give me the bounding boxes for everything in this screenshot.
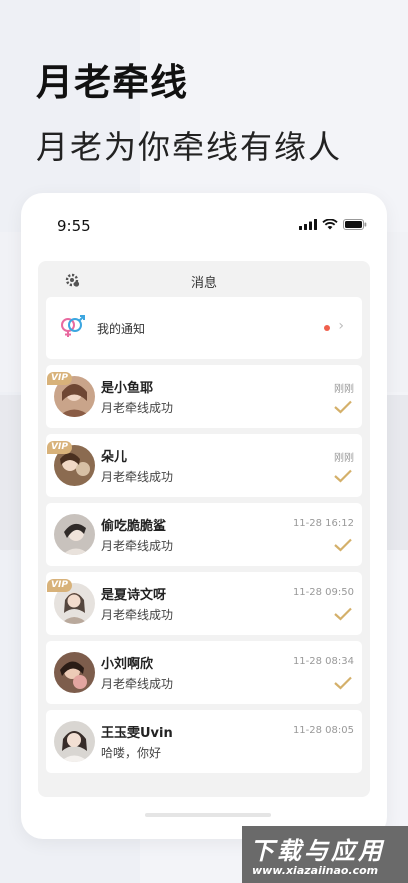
unread-dot [324,325,330,331]
message-preview: 月老牵线成功 [101,470,174,484]
hero-subtitle: 月老为你牵线有缘人 [36,128,343,166]
vip-badge: VIP [47,441,72,454]
signal-icon [299,219,317,230]
panel-header: 消息 [38,261,370,297]
checkmark-icon [334,538,352,552]
message-row[interactable]: VIP 朵儿 月老牵线成功 刚刚 [46,434,362,497]
wifi-icon [322,219,338,230]
message-time: 11-28 16:12 [292,518,354,529]
checkmark-icon [334,400,352,414]
message-time: 11-28 08:05 [292,725,354,736]
message-row[interactable]: VIP 是小鱼耶 月老牵线成功 刚刚 [46,365,362,428]
message-preview: 哈喽，你好 [101,746,162,760]
chevron-right-icon: › [338,318,344,334]
message-row[interactable]: 小刘啊欣 月老牵线成功 11-28 08:34 [46,641,362,704]
contact-name: 王玉雯Uvin [101,726,173,741]
messages-panel: 消息 我的通知 › VIP 是小鱼耶 月老牵线成功 刚刚 VIP 朵儿 月老牵线… [38,261,370,797]
message-row[interactable]: 王玉雯Uvin 哈喽，你好 11-28 08:05 [46,710,362,773]
status-icons [299,219,367,230]
contact-name: 朵儿 [101,450,128,465]
message-row[interactable]: VIP 是夏诗文呀 月老牵线成功 11-28 09:50 [46,572,362,635]
message-preview: 月老牵线成功 [101,539,174,553]
contact-name: 偷吃脆脆鲨 [101,519,167,534]
message-preview: 月老牵线成功 [101,608,174,622]
message-preview: 月老牵线成功 [101,677,174,691]
contact-name: 是小鱼耶 [101,381,154,396]
checkmark-icon [334,469,352,483]
avatar [54,652,95,693]
message-time: 11-28 09:50 [292,587,354,598]
message-time: 刚刚 [334,384,354,395]
watermark-url: www.xiazaiinao.com [252,864,379,877]
panel-title: 消息 [190,276,217,291]
notice-label: 我的通知 [97,322,146,336]
message-time: 刚刚 [334,453,354,464]
battery-icon [343,219,367,230]
avatar [54,721,95,762]
contact-name: 小刘啊欣 [101,657,154,672]
message-time: 11-28 08:34 [292,656,354,667]
message-list: VIP 是小鱼耶 月老牵线成功 刚刚 VIP 朵儿 月老牵线成功 刚刚 偷吃脆脆… [46,365,362,779]
notice-item[interactable]: 我的通知 › [46,297,362,359]
gender-symbol-icon [61,315,85,337]
checkmark-icon [334,607,352,621]
checkmark-icon [334,676,352,690]
vip-badge: VIP [47,372,72,385]
home-indicator [145,813,271,817]
avatar [54,514,95,555]
hero-title: 月老牵线 [36,61,188,104]
message-preview: 月老牵线成功 [101,401,174,415]
status-time: 9:55 [57,217,91,235]
watermark: 下载与应用 www.xiazaiinao.com [242,826,408,883]
contact-name: 是夏诗文呀 [101,588,167,603]
phone-mockup: 9:55 消息 我的通知 › VIP 是小鱼耶 月老牵线成功 刚刚 VIP 朵儿… [21,193,387,839]
vip-badge: VIP [47,579,72,592]
message-row[interactable]: 偷吃脆脆鲨 月老牵线成功 11-28 16:12 [46,503,362,566]
watermark-logo: 下载与应用 [250,837,385,865]
